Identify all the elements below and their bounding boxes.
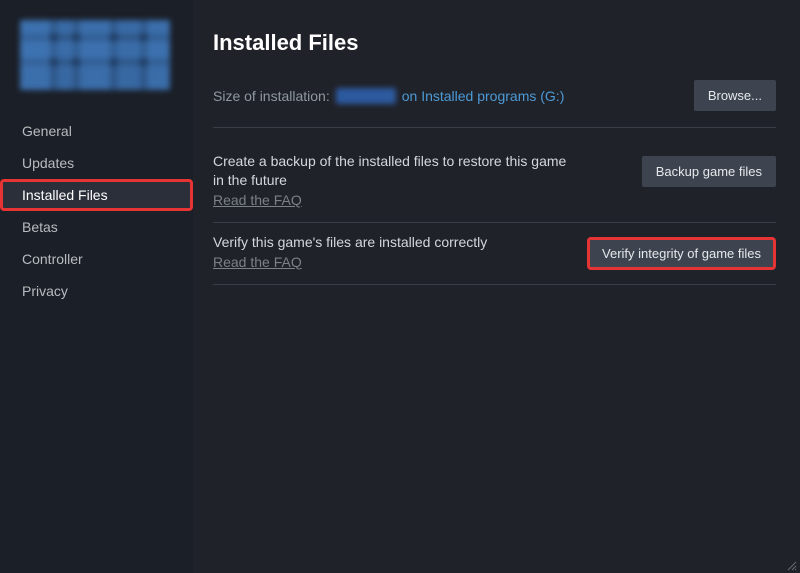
sidebar-nav: General Updates Installed Files Betas Co… [0,115,193,307]
install-size-label: Size of installation: [213,88,330,104]
browse-button[interactable]: Browse... [694,80,776,111]
install-size-value [336,88,396,104]
sidebar-item-installed-files[interactable]: Installed Files [0,179,193,211]
backup-faq-link[interactable]: Read the FAQ [213,192,302,208]
install-size-row: Size of installation: on Installed progr… [213,80,776,128]
resize-grip-icon[interactable] [785,558,797,570]
page-title: Installed Files [213,30,776,56]
game-thumbnail [20,20,170,90]
verify-faq-link[interactable]: Read the FAQ [213,254,302,270]
sidebar: General Updates Installed Files Betas Co… [0,0,193,573]
backup-row: Create a backup of the installed files t… [213,142,776,223]
sidebar-item-general[interactable]: General [0,115,193,147]
main-panel: Installed Files Size of installation: on… [193,0,800,573]
install-location-link[interactable]: on Installed programs (G:) [402,88,565,104]
verify-title: Verify this game's files are installed c… [213,233,487,252]
sidebar-item-betas[interactable]: Betas [0,211,193,243]
sidebar-item-privacy[interactable]: Privacy [0,275,193,307]
backup-title: Create a backup of the installed files t… [213,152,573,190]
verify-button[interactable]: Verify integrity of game files [587,237,776,270]
verify-row: Verify this game's files are installed c… [213,223,776,285]
sidebar-item-controller[interactable]: Controller [0,243,193,275]
sidebar-item-updates[interactable]: Updates [0,147,193,179]
backup-button[interactable]: Backup game files [642,156,776,187]
